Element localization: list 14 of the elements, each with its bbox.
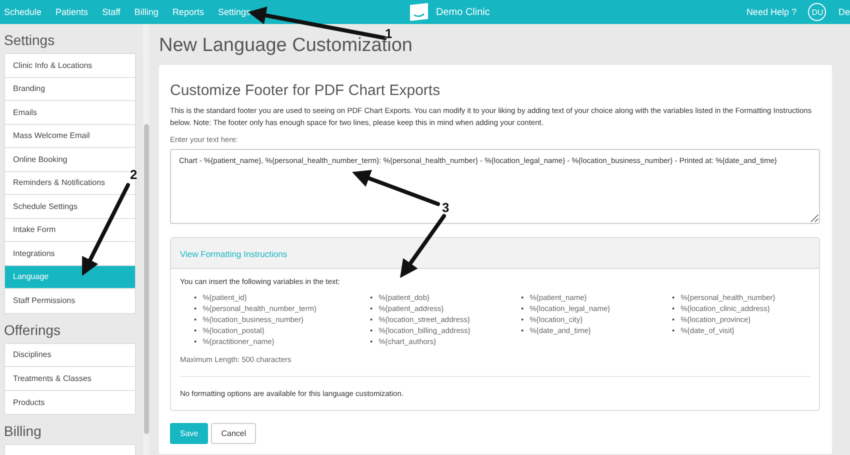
cancel-button[interactable]: Cancel <box>211 423 256 444</box>
sidebar-item[interactable]: Intake Form <box>5 218 135 242</box>
sidebar-heading: Settings <box>4 32 56 48</box>
annotation-number: 1 <box>385 26 392 41</box>
sidebar-item[interactable]: Products <box>5 390 135 414</box>
sidebar-heading: Billing <box>4 423 42 439</box>
annotation-number: 3 <box>442 200 450 215</box>
sidebar-item[interactable]: Disciplines <box>5 344 135 367</box>
card-title: Customize Footer for PDF Chart Exports <box>170 82 442 99</box>
sidebar-item[interactable]: Mass Welcome Email <box>5 124 135 148</box>
clinic-name: Demo Clinic <box>436 6 490 18</box>
sidebar-item[interactable]: Clinic Info & Locations <box>5 54 135 78</box>
sidebar-heading: Offerings <box>4 322 62 338</box>
sidebar-item[interactable]: Branding <box>5 78 135 101</box>
